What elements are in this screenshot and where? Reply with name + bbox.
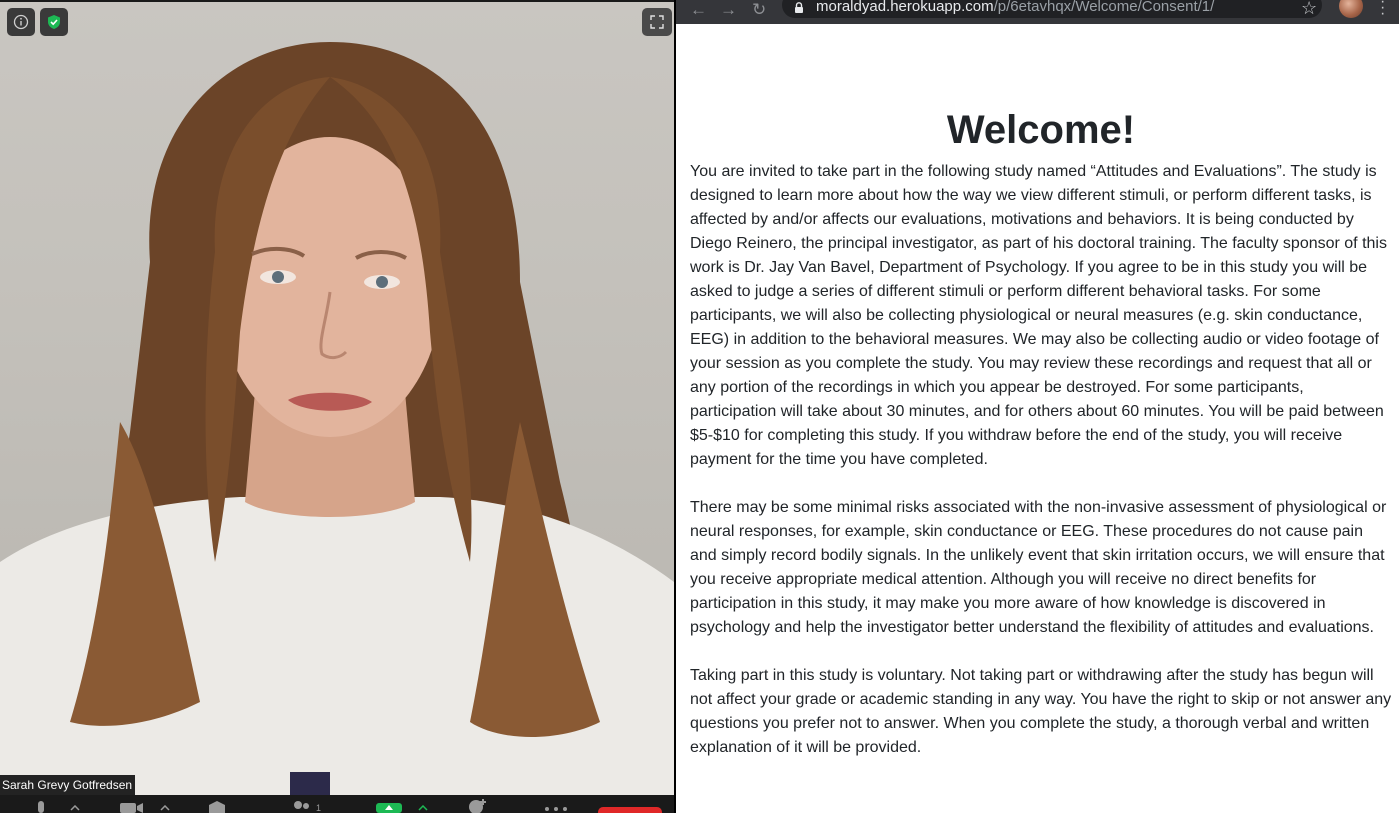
participant-name-label: Sarah Grevy Gotfredsen [0,775,136,795]
fullscreen-icon [650,15,664,29]
chevron-up-icon[interactable] [70,805,80,811]
bookmark-star-icon[interactable]: ☆ [1301,0,1317,19]
url-host: moraldyad.herokuapp.com [816,0,994,15]
microphone-icon[interactable] [34,801,48,813]
zoom-toolbar: 1 [0,795,674,813]
url-text: moraldyad.herokuapp.com/p/6etavhqx/Welco… [816,0,1214,15]
security-toolbar-icon[interactable] [207,801,227,813]
participant-video-image [0,42,674,795]
share-screen-icon[interactable] [376,803,402,813]
forward-arrow-icon[interactable]: → [720,1,737,18]
lock-icon [795,2,803,13]
participants-icon[interactable] [290,801,312,813]
zoom-video-window: Sarah Grevy Gotfredsen 1 [0,0,674,813]
end-meeting-button[interactable] [598,807,662,813]
consent-paragraph-2: There may be some minimal risks associat… [690,499,1387,636]
more-icon[interactable] [544,807,568,811]
page-title: Welcome! [946,108,1136,152]
profile-avatar[interactable] [1339,0,1363,18]
video-camera-icon[interactable] [120,803,144,813]
back-arrow-icon[interactable]: ← [690,1,707,18]
browser-window: ← → ↻ moraldyad.herokuapp.com/p/6etavhqx… [676,0,1399,813]
chevron-up-icon[interactable] [418,805,428,811]
meeting-info-button[interactable] [7,8,35,36]
address-bar[interactable]: moraldyad.herokuapp.com/p/6etavhqx/Welco… [782,0,1322,18]
participants-count: 1 [316,803,322,813]
participant-video [0,2,674,795]
consent-page: Welcome! You are invited to take part in… [690,106,1392,784]
url-path: /p/6etavhqx/Welcome/Consent/1/ [993,0,1215,15]
browser-menu-icon[interactable]: · · · [1380,0,1385,22]
consent-paragraph-1: You are invited to take part in the foll… [690,163,1387,468]
consent-paragraph-3: Taking part in this study is voluntary. … [690,667,1392,756]
reload-icon[interactable]: ↻ [752,1,766,18]
info-icon [13,14,29,30]
fullscreen-button[interactable] [642,8,672,36]
chevron-up-icon[interactable] [160,805,170,811]
security-button[interactable] [40,8,68,36]
reactions-icon[interactable] [466,798,488,813]
shield-check-icon [48,15,60,29]
browser-toolbar: ← → ↻ moraldyad.herokuapp.com/p/6etavhqx… [676,0,1399,24]
